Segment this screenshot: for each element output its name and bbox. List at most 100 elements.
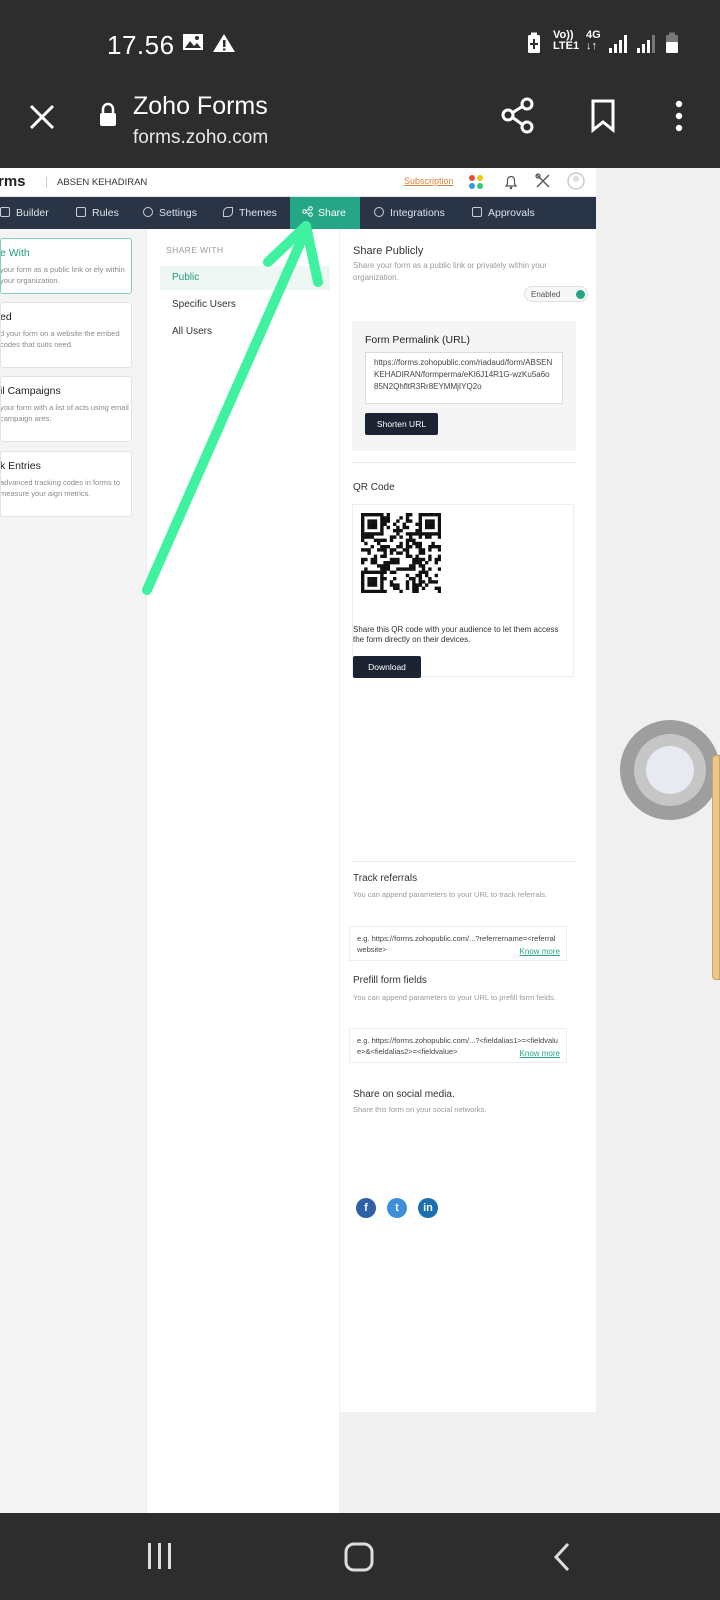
card-title: k Entries (0, 460, 41, 472)
nav-rules-label: Rules (92, 207, 119, 219)
toggle-dot (576, 290, 585, 299)
qr-code-box: Share this QR code with your audience to… (352, 504, 574, 678)
linkedin-icon[interactable]: in (418, 1198, 438, 1218)
nav-approvals-label: Approvals (488, 207, 535, 219)
nav-settings-label: Settings (159, 207, 197, 219)
network-label: Vo)) LTE1 (553, 29, 580, 52)
twitter-icon[interactable]: t (387, 1198, 407, 1218)
card-share-with[interactable]: e With your form as a public link or ely… (0, 238, 132, 294)
status-bar: 17.56 Vo)) LTE1 4G ↓↑ (0, 0, 720, 84)
card-email-campaigns[interactable]: il Campaigns your form with a list of ac… (0, 376, 132, 442)
permalink-label: Form Permalink (URL) (365, 334, 471, 346)
gallery-icon (183, 34, 203, 50)
card-title: e With (0, 247, 30, 259)
status-time: 17.56 (107, 30, 175, 60)
assistive-touch-center (646, 746, 694, 794)
close-icon[interactable] (28, 103, 56, 131)
nav-rules[interactable]: Rules (76, 197, 119, 229)
divider (352, 462, 576, 463)
nav-builder-label: Builder (16, 207, 49, 219)
home-icon[interactable] (343, 1541, 375, 1573)
permalink-url[interactable]: https://forms.zohopublic.com/riadaud/for… (365, 352, 563, 404)
lock-icon (100, 102, 116, 126)
bookmark-icon[interactable] (590, 99, 616, 133)
app-header: rms ABSEN KEHADIRAN Subscription (0, 168, 596, 197)
browser-page-title: Zoho Forms (133, 92, 268, 120)
share-with-specific-users[interactable]: Specific Users (160, 293, 330, 317)
battery-icon (666, 32, 678, 53)
nav-integrations-label: Integrations (390, 207, 445, 219)
share-with-public[interactable]: Public (160, 266, 330, 290)
social-subtitle: Share this form on your social networks. (353, 1105, 487, 1114)
card-desc: d your form on a website the embed codes… (0, 329, 120, 349)
prefill-title: Prefill form fields (353, 975, 427, 986)
divider (352, 861, 576, 862)
warning-icon (213, 34, 235, 52)
recent-apps-icon[interactable] (146, 1541, 174, 1571)
qr-code-image (361, 513, 441, 593)
rules-icon (76, 207, 86, 217)
subscription-link[interactable]: Subscription (404, 176, 454, 186)
nav-settings[interactable]: Settings (143, 197, 197, 229)
card-desc: your form with a list of acts using emai… (0, 403, 129, 423)
card-desc: advanced tracking codes in forms to meas… (0, 478, 121, 498)
form-name[interactable]: ABSEN KEHADIRAN (46, 177, 147, 188)
integrations-icon (374, 207, 384, 217)
nav-share[interactable]: Share (290, 197, 360, 229)
tools-icon[interactable] (535, 173, 551, 191)
web-page: rms ABSEN KEHADIRAN Subscription Builder… (0, 168, 596, 1513)
nav-integrations[interactable]: Integrations (374, 197, 445, 229)
share-with-all-users[interactable]: All Users (160, 320, 330, 344)
avatar[interactable] (566, 171, 586, 191)
social-title: Share on social media. (353, 1089, 455, 1100)
approvals-icon (472, 207, 482, 217)
battery-saver-icon (528, 32, 540, 53)
themes-icon (223, 207, 233, 217)
qr-code-desc: Share this QR code with your audience to… (353, 625, 559, 644)
public-toggle[interactable]: Enabled (524, 286, 588, 302)
know-more-link[interactable]: Know more (520, 1048, 560, 1059)
track-referrals-title: Track referrals (353, 873, 418, 884)
permalink-box: Form Permalink (URL) https://forms.zohop… (352, 321, 576, 451)
nav-themes-label: Themes (239, 207, 277, 219)
prefill-example: e.g. https://forms.zohopublic.com/...?<f… (349, 1028, 567, 1063)
track-referrals-subtitle: You can append parameters to your URL to… (353, 890, 548, 899)
data-type-label: 4G ↓↑ (586, 29, 601, 52)
track-referrals-example: e.g. https://forms.zohopublic.com/...?re… (349, 926, 567, 961)
card-desc: your form as a public link or ely within… (0, 265, 125, 285)
public-share-panel: Share Publicly Share your form as a publ… (340, 229, 596, 1412)
browser-url[interactable]: forms.zoho.com (133, 127, 268, 149)
shorten-url-button[interactable]: Shorten URL (365, 413, 438, 435)
share-with-column: SHARE WITH Public Specific Users All Use… (146, 229, 339, 1513)
edge-panel-handle[interactable] (712, 755, 720, 980)
card-track-entries[interactable]: k Entries advanced tracking codes in for… (0, 451, 132, 517)
facebook-icon[interactable]: f (356, 1198, 376, 1218)
app-brand[interactable]: rms (0, 173, 26, 190)
download-button[interactable]: Download (353, 656, 421, 678)
more-options-icon[interactable] (674, 99, 684, 133)
signal-icon-2 (637, 35, 655, 53)
toggle-label: Enabled (531, 290, 561, 299)
share-publicly-title: Share Publicly (353, 245, 424, 257)
nav-themes[interactable]: Themes (223, 197, 277, 229)
back-icon[interactable] (552, 1541, 572, 1573)
apps-icon[interactable] (467, 173, 485, 191)
card-title: il Campaigns (0, 385, 61, 397)
share-icon[interactable] (500, 97, 536, 135)
system-nav-bar (0, 1513, 720, 1600)
browser-toolbar: Zoho Forms forms.zoho.com (0, 84, 720, 168)
share-with-heading: SHARE WITH (166, 245, 224, 255)
know-more-link[interactable]: Know more (520, 946, 560, 957)
gear-icon (143, 207, 153, 217)
main-nav: Builder Rules Settings Themes Share Inte… (0, 197, 596, 229)
nav-approvals[interactable]: Approvals (472, 197, 535, 229)
prefill-subtitle: You can append parameters to your URL to… (353, 993, 556, 1002)
qr-code-label: QR Code (353, 482, 395, 493)
share-publicly-subtitle: Share your form as a public link or priv… (353, 261, 547, 282)
notification-bell-icon[interactable] (503, 173, 519, 191)
share-nav-icon (302, 206, 313, 217)
card-embed[interactable]: ed d your form on a website the embed co… (0, 302, 132, 368)
signal-icon (609, 35, 627, 53)
nav-builder[interactable]: Builder (0, 197, 49, 229)
nav-share-label: Share (318, 207, 347, 219)
